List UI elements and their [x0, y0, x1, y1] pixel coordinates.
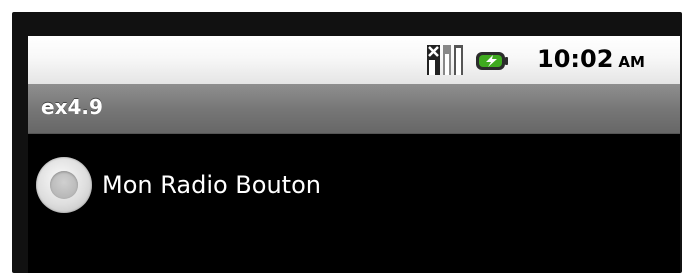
battery-charging-icon: [475, 50, 509, 72]
no-signal-icon: [426, 43, 466, 77]
radio-button-dot: [50, 171, 78, 199]
status-bar: 10:02 AM: [28, 36, 680, 84]
radio-button-unchecked-icon[interactable]: [36, 157, 92, 213]
app-title: ex4.9: [41, 95, 103, 119]
android-screen: 10:02 AM ex4.9 Mon Radio Bouton: [28, 36, 680, 273]
radio-button[interactable]: Mon Radio Bouton: [36, 157, 456, 213]
status-clock: 10:02 AM: [537, 45, 645, 76]
status-ampm: AM: [618, 53, 645, 71]
status-time: 10:02: [537, 45, 614, 73]
app-title-bar: ex4.9: [28, 84, 680, 134]
device-frame: 10:02 AM ex4.9 Mon Radio Bouton: [12, 12, 682, 273]
radio-button-label[interactable]: Mon Radio Bouton: [102, 170, 321, 200]
